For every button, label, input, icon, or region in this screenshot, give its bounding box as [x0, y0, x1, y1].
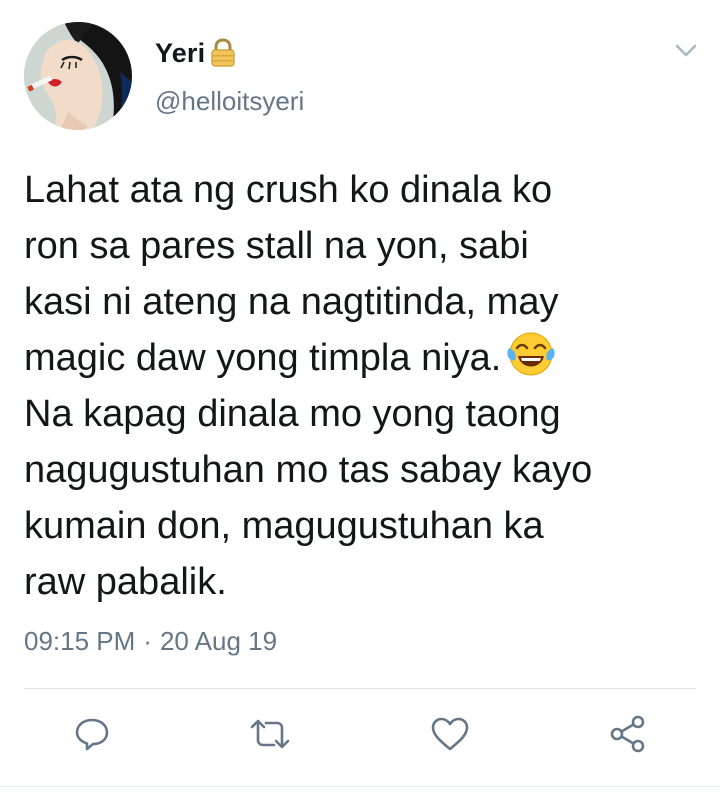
share-button[interactable]	[606, 712, 650, 756]
tweet-line: ron sa pares stall na yon, sabi	[24, 225, 529, 267]
retweet-button[interactable]	[248, 712, 292, 756]
user-handle[interactable]: @helloitsyeri	[155, 86, 304, 117]
tweet: Yeri @helloitsyeri Lahat ata ng crush ko…	[0, 0, 720, 795]
tweet-timestamp[interactable]: 09:15 PM · 20 Aug 19	[24, 626, 277, 657]
tweet-text: Lahat ata ng crush ko dinala ko ron sa p…	[24, 162, 696, 610]
reply-icon	[75, 718, 109, 751]
avatar[interactable]	[24, 22, 132, 130]
retweet-icon	[250, 719, 290, 749]
tweet-line: nagugustuhan mo tas sabay kayo	[24, 449, 593, 491]
like-button[interactable]	[428, 712, 472, 756]
share-icon	[610, 715, 645, 753]
tweet-line: kasi ni ateng na nagtitinda, may	[24, 281, 559, 323]
face-with-tears-of-joy-icon	[507, 330, 555, 378]
tweet-date: 20 Aug 19	[159, 626, 278, 656]
tweet-line-with-emoji: magic daw yong timpla niya.	[24, 330, 696, 386]
tweet-line: Lahat ata ng crush ko dinala ko	[24, 169, 553, 211]
tweet-line: magic daw yong timpla niya.	[24, 337, 502, 379]
more-options-caret-icon[interactable]	[672, 40, 700, 62]
avatar-illustration	[24, 22, 132, 130]
divider	[24, 688, 696, 689]
tweet-time: 09:15 PM	[24, 626, 136, 656]
lock-icon	[209, 38, 237, 68]
display-name[interactable]: Yeri	[155, 38, 205, 69]
display-name-row: Yeri	[155, 36, 237, 70]
tweet-line: Na kapag dinala mo yong taong	[24, 393, 561, 435]
heart-icon	[431, 717, 469, 751]
tweet-line: kumain don, magugustuhan ka	[24, 505, 544, 547]
tweet-actions	[0, 712, 720, 762]
timestamp-separator: ·	[143, 626, 152, 656]
reply-button[interactable]	[70, 712, 114, 756]
divider	[0, 786, 720, 787]
tweet-line: raw pabalik.	[24, 561, 227, 603]
